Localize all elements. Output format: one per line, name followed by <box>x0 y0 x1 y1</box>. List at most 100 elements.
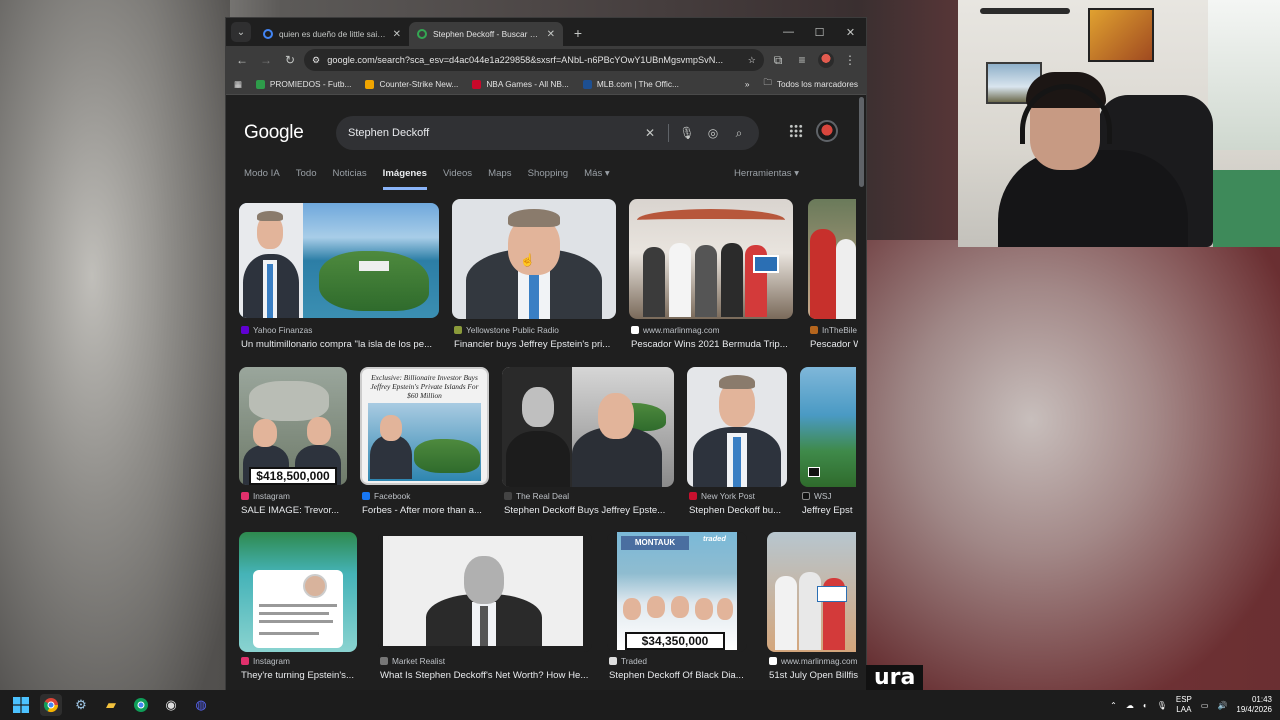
tab-todo[interactable]: Todo <box>296 168 317 190</box>
result-thumbnail[interactable]: Exclusive: Billionaire Investor Buys Jef… <box>360 367 489 485</box>
traded-badge: traded <box>703 534 726 543</box>
result-caption[interactable]: Stephen Deckoff bu... <box>689 505 789 516</box>
close-tab-icon[interactable]: ✕ <box>547 29 555 40</box>
google-apps-icon[interactable] <box>789 124 803 138</box>
result-thumbnail[interactable] <box>800 367 856 487</box>
network-app-icon[interactable]: ☁ <box>1126 701 1134 710</box>
tab-noticias[interactable]: Noticias <box>333 168 367 190</box>
search-box[interactable]: Stephen Deckoff ✕ 🎙 ◎ ⌕ <box>336 116 759 150</box>
tab-modo-ia[interactable]: Modo IA <box>244 168 280 190</box>
profile-icon[interactable] <box>816 50 836 70</box>
wall-sword <box>980 8 1070 14</box>
tab-maps[interactable]: Maps <box>488 168 511 190</box>
microphone-tray-icon[interactable]: 🎙 <box>1157 701 1167 710</box>
result-thumbnail[interactable]: ☝ <box>452 199 616 319</box>
blurred-wall-right <box>865 240 1280 690</box>
microphone-icon[interactable]: 🎙 <box>679 126 695 140</box>
maximize-icon[interactable]: ☐ <box>804 18 835 46</box>
clock[interactable]: 01:43 19/4/2026 <box>1236 695 1272 715</box>
result-caption[interactable]: Stephen Deckoff Of Black Dia... <box>609 670 749 681</box>
bookmark-nba[interactable]: NBA Games - All NB... <box>472 79 569 89</box>
search-icon[interactable]: ⌕ <box>731 126 747 141</box>
minimize-icon[interactable]: — <box>773 18 804 46</box>
page-scrollbar[interactable] <box>859 97 864 187</box>
search-divider <box>668 124 669 142</box>
result-caption[interactable]: What Is Stephen Deckoff's Net Worth? How… <box>380 670 594 681</box>
result-thumbnail[interactable] <box>239 203 439 318</box>
room-floor <box>1213 170 1280 247</box>
display-icon[interactable]: ▭ <box>1201 701 1209 710</box>
result-thumbnail[interactable] <box>767 532 856 652</box>
search-input[interactable]: Stephen Deckoff <box>348 127 632 139</box>
chrome-profile-icon[interactable] <box>130 694 152 716</box>
file-explorer-icon[interactable]: ▰ <box>100 694 122 716</box>
result-thumbnail[interactable] <box>378 532 592 652</box>
forward-icon[interactable]: → <box>256 50 276 70</box>
result-thumbnail[interactable] <box>239 532 357 652</box>
result-thumbnail[interactable]: MONTAUK traded $34,350,000 <box>607 532 747 652</box>
result-source: Traded <box>609 656 647 666</box>
tab-little-saint-james[interactable]: quien es dueño de little saint ja ✕ <box>255 22 409 46</box>
tab-stephen-deckoff[interactable]: Stephen Deckoff - Buscar con G ✕ <box>409 22 563 46</box>
extensions-icon[interactable]: ⧉ <box>768 50 788 70</box>
tab-shopping[interactable]: Shopping <box>528 168 569 190</box>
result-source: New York Post <box>689 491 755 501</box>
google-logo[interactable]: Google <box>244 122 304 144</box>
apps-grid-icon[interactable]: ▦ <box>234 79 242 89</box>
bookmark-counter-strike[interactable]: Counter-Strike New... <box>365 79 458 89</box>
site-info-icon[interactable]: ⚙ <box>312 55 320 66</box>
result-caption[interactable]: They're turning Epstein's... <box>241 670 359 681</box>
result-caption[interactable]: SALE IMAGE: Trevor... <box>241 505 349 516</box>
taskbar-apps: ⚙ ▰ ◉ ◍ <box>0 694 212 716</box>
close-tab-icon[interactable]: ✕ <box>393 29 401 40</box>
tools-menu[interactable]: Herramientas ▾ <box>734 168 799 179</box>
google-favicon-icon <box>417 29 427 39</box>
reload-icon[interactable]: ↻ <box>280 50 300 70</box>
result-thumbnail[interactable] <box>629 199 793 319</box>
account-avatar[interactable] <box>816 120 838 142</box>
result-caption[interactable]: Stephen Deckoff Buys Jeffrey Epste... <box>504 505 676 516</box>
menu-icon[interactable]: ⋮ <box>840 50 860 70</box>
tray-overflow-icon[interactable]: ⌃ <box>1110 701 1117 710</box>
result-thumbnail[interactable] <box>808 199 856 319</box>
discord-icon[interactable]: ◍ <box>190 694 212 716</box>
result-thumbnail[interactable]: $418,500,000 <box>239 367 347 485</box>
steam-icon[interactable]: ⚙ <box>70 694 92 716</box>
lens-camera-icon[interactable]: ◎ <box>705 126 721 140</box>
tab-imagenes[interactable]: Imágenes <box>382 168 427 190</box>
result-caption[interactable]: Un multimillonario compra "la isla de lo… <box>241 339 441 350</box>
result-caption[interactable]: Pescador Wins 2021 Bermuda Trip... <box>631 339 795 350</box>
result-source: InTheBile <box>810 325 857 335</box>
new-tab-icon[interactable]: + <box>567 22 589 44</box>
result-caption[interactable]: Jeffrey Epst <box>802 505 858 516</box>
language-indicator[interactable]: ESP LAA <box>1176 695 1192 715</box>
all-bookmarks-folder[interactable]: 🗀 Todos los marcadores <box>764 77 858 91</box>
result-caption[interactable]: Pescador W <box>810 339 858 350</box>
more-bookmarks-icon[interactable]: » <box>745 79 750 89</box>
result-source: The Real Deal <box>504 491 569 501</box>
bookmark-promiedos[interactable]: PROMIEDOS - Futb... <box>255 79 351 89</box>
result-caption[interactable]: 51st July Open Billfis <box>769 670 858 681</box>
tray-app-icon[interactable]: ◐ <box>1143 701 1148 710</box>
tab-mas[interactable]: Más ▾ <box>584 168 610 190</box>
blurred-wall-left <box>0 0 230 690</box>
result-source: Instagram <box>241 491 290 501</box>
result-caption[interactable]: Financier buys Jeffrey Epstein's pri... <box>454 339 618 350</box>
obs-icon[interactable]: ◉ <box>160 694 182 716</box>
back-icon[interactable]: ← <box>232 50 252 70</box>
clear-search-icon[interactable]: ✕ <box>642 126 658 140</box>
volume-icon[interactable]: 🔊 <box>1217 701 1227 710</box>
windows-start-icon[interactable] <box>10 694 32 716</box>
wall-poster <box>1088 8 1154 62</box>
media-icon[interactable]: ≡ <box>792 50 812 70</box>
result-thumbnail[interactable] <box>687 367 787 487</box>
chrome-icon[interactable] <box>40 694 62 716</box>
close-window-icon[interactable]: ✕ <box>835 18 866 46</box>
result-thumbnail[interactable] <box>502 367 674 487</box>
bookmark-star-icon[interactable]: ☆ <box>748 55 756 66</box>
result-caption[interactable]: Forbes - After more than a... <box>362 505 491 516</box>
tab-search-icon[interactable]: ⌄ <box>231 22 251 42</box>
bookmark-mlb[interactable]: MLB.com | The Offic... <box>582 79 679 89</box>
address-bar[interactable]: ⚙ google.com/search?sca_esv=d4ac044e1a22… <box>304 49 764 71</box>
tab-videos[interactable]: Videos <box>443 168 472 190</box>
